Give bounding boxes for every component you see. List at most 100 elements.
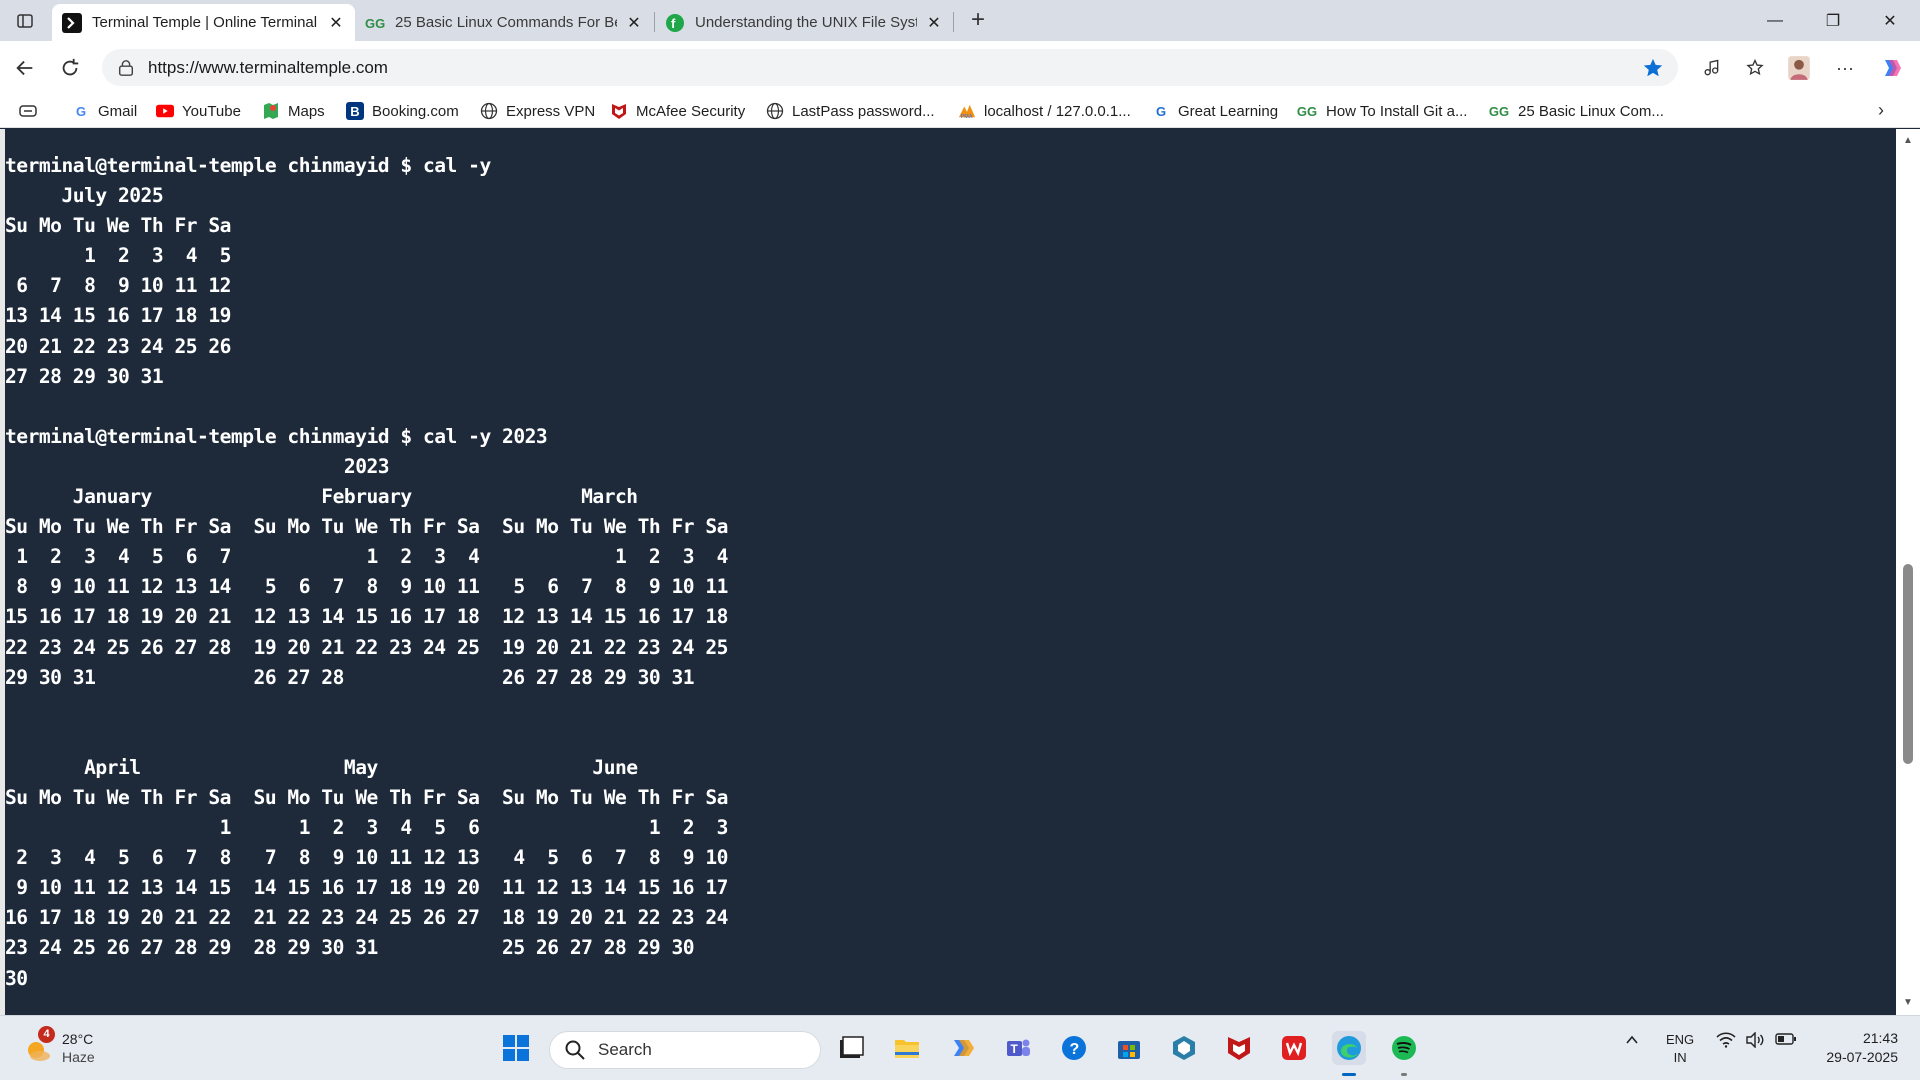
- bookmark-label: Maps: [288, 102, 325, 120]
- refresh-icon[interactable]: [55, 53, 85, 83]
- search-placeholder: Search: [598, 1040, 652, 1059]
- bookmark-great-learning[interactable]: G Great Learning: [1152, 100, 1278, 122]
- chevron-right-icon[interactable]: ›: [1878, 100, 1884, 121]
- scrollbar[interactable]: ▲ ▼: [1896, 129, 1920, 1015]
- youtube-icon: [156, 102, 174, 120]
- close-tab-icon[interactable]: ✕: [925, 13, 943, 33]
- svg-text:PMA: PMA: [961, 114, 973, 120]
- close-window-icon[interactable]: ✕: [1862, 0, 1918, 41]
- bookmark-maps[interactable]: Maps: [262, 100, 325, 122]
- edge-browser-icon[interactable]: [1332, 1031, 1366, 1065]
- help-icon[interactable]: ?: [1057, 1031, 1091, 1065]
- url-text[interactable]: https://www.terminaltemple.com: [148, 58, 1640, 78]
- tab-linux-commands[interactable]: GG 25 Basic Linux Commands For Beginners…: [355, 4, 653, 41]
- restore-icon[interactable]: ❐: [1805, 0, 1861, 41]
- svg-text:f: f: [671, 16, 676, 31]
- terminal-window[interactable]: terminal@terminal-temple chinmayid $ cal…: [0, 129, 1920, 1015]
- copilot-icon[interactable]: [1876, 53, 1906, 83]
- gfg-favicon-icon: GG: [365, 13, 385, 33]
- booking-icon: B: [346, 102, 364, 120]
- minimize-icon[interactable]: —: [1747, 0, 1803, 41]
- close-tab-icon[interactable]: ✕: [625, 13, 643, 33]
- address-bar[interactable]: https://www.terminaltemple.com: [102, 49, 1678, 86]
- favorites-icon[interactable]: [1740, 53, 1770, 83]
- read-aloud-icon[interactable]: [1696, 53, 1726, 83]
- vpn-app-icon[interactable]: [1167, 1031, 1201, 1065]
- bookmark-linux-commands[interactable]: GG 25 Basic Linux Com...: [1488, 100, 1664, 122]
- new-tab-button[interactable]: +: [962, 6, 994, 36]
- language-line2: IN: [1673, 1050, 1687, 1065]
- taskbar-search[interactable]: Search: [549, 1031, 821, 1069]
- bookmark-label: Gmail: [98, 102, 138, 120]
- weather-temp: 28°C: [62, 1031, 94, 1047]
- more-options-icon[interactable]: ···: [1830, 53, 1860, 83]
- volume-icon[interactable]: [1745, 1031, 1765, 1051]
- bookmark-localhost[interactable]: PMA localhost / 127.0.0.1...: [958, 100, 1131, 122]
- phpmyadmin-icon: PMA: [958, 102, 976, 120]
- bookmark-express-vpn[interactable]: Express VPN: [480, 100, 595, 122]
- language-line1: ENG: [1666, 1032, 1695, 1047]
- tab-strip: Terminal Temple | Online Terminal ✕ GG 2…: [0, 0, 1920, 41]
- tab-title: 25 Basic Linux Commands For Beginners: [395, 14, 617, 31]
- tab-unix-file-system[interactable]: f Understanding the UNIX File System ✕: [655, 4, 953, 41]
- globe-icon: [766, 102, 784, 120]
- clock-time: 21:43: [1862, 1030, 1898, 1046]
- bookmark-label: McAfee Security: [636, 102, 746, 120]
- running-app-indicator: [1401, 1073, 1407, 1076]
- terminal-favicon-icon: [62, 12, 82, 33]
- bookmark-install-git[interactable]: GG How To Install Git a...: [1296, 100, 1468, 122]
- wifi-icon[interactable]: [1716, 1032, 1736, 1051]
- copilot-app-icon[interactable]: [946, 1031, 980, 1065]
- close-tab-icon[interactable]: ✕: [327, 13, 345, 33]
- bookmark-gmail[interactable]: G Gmail: [72, 100, 137, 122]
- notification-badge: 4: [38, 1026, 55, 1043]
- bookmarks-toggle-icon[interactable]: [18, 100, 38, 122]
- terminal-output[interactable]: terminal@terminal-temple chinmayid $ cal…: [5, 151, 728, 994]
- leaf-favicon-icon: f: [665, 13, 685, 33]
- scroll-up-icon[interactable]: ▲: [1902, 135, 1914, 147]
- task-view-icon[interactable]: [834, 1031, 868, 1065]
- bookmark-label: YouTube: [182, 102, 241, 120]
- gfg-icon: GG: [1296, 103, 1318, 119]
- weather-widget[interactable]: 4 28°C Haze: [22, 1026, 95, 1066]
- profile-avatar[interactable]: [1784, 53, 1814, 83]
- weather-condition: Haze: [62, 1049, 95, 1065]
- clock-date: 29-07-2025: [1826, 1049, 1898, 1065]
- tab-actions-icon[interactable]: [12, 8, 38, 34]
- spotify-icon[interactable]: [1387, 1031, 1421, 1065]
- chevron-up-icon[interactable]: [1624, 1032, 1640, 1051]
- back-arrow-icon[interactable]: [10, 53, 40, 83]
- site-info-icon[interactable]: [116, 58, 136, 78]
- language-indicator[interactable]: ENG IN: [1666, 1031, 1694, 1067]
- tab-terminal-temple[interactable]: Terminal Temple | Online Terminal ✕: [52, 4, 355, 41]
- system-clock[interactable]: 21:43 29-07-2025: [1826, 1029, 1898, 1067]
- mcafee-icon: [610, 102, 628, 120]
- tab-title: Understanding the UNIX File System: [695, 14, 917, 31]
- gfg-icon: GG: [1488, 103, 1510, 119]
- bookmarks-bar: G Gmail YouTube Maps B Booking.com Expre…: [0, 94, 1920, 128]
- bookmark-label: LastPass password...: [792, 102, 935, 120]
- bookmark-label: Booking.com: [372, 102, 459, 120]
- maps-icon: [262, 102, 280, 120]
- bookmark-lastpass[interactable]: LastPass password...: [766, 100, 935, 122]
- scrollbar-thumb[interactable]: [1903, 564, 1913, 764]
- bookmark-mcafee[interactable]: McAfee Security: [610, 100, 745, 122]
- svg-text:T: T: [1011, 1042, 1019, 1056]
- bookmark-label: localhost / 127.0.0.1...: [984, 102, 1131, 120]
- bookmark-label: 25 Basic Linux Com...: [1518, 102, 1664, 120]
- svg-text:GG: GG: [365, 16, 385, 31]
- teams-icon[interactable]: T: [1001, 1031, 1035, 1065]
- mcafee-app-icon[interactable]: [1222, 1031, 1256, 1065]
- bookmark-label: Great Learning: [1178, 102, 1279, 120]
- file-explorer-icon[interactable]: [890, 1031, 924, 1065]
- active-app-indicator: [1342, 1073, 1356, 1076]
- microsoft-store-icon[interactable]: [1112, 1031, 1146, 1065]
- bookmark-label: Express VPN: [506, 102, 596, 120]
- battery-icon[interactable]: [1775, 1032, 1797, 1049]
- bookmark-booking[interactable]: B Booking.com: [346, 100, 459, 122]
- favorite-star-icon[interactable]: [1640, 55, 1666, 81]
- wps-office-icon[interactable]: [1277, 1031, 1311, 1065]
- bookmark-youtube[interactable]: YouTube: [156, 100, 241, 122]
- scroll-down-icon[interactable]: ▼: [1902, 997, 1914, 1009]
- windows-start-icon[interactable]: [499, 1031, 533, 1065]
